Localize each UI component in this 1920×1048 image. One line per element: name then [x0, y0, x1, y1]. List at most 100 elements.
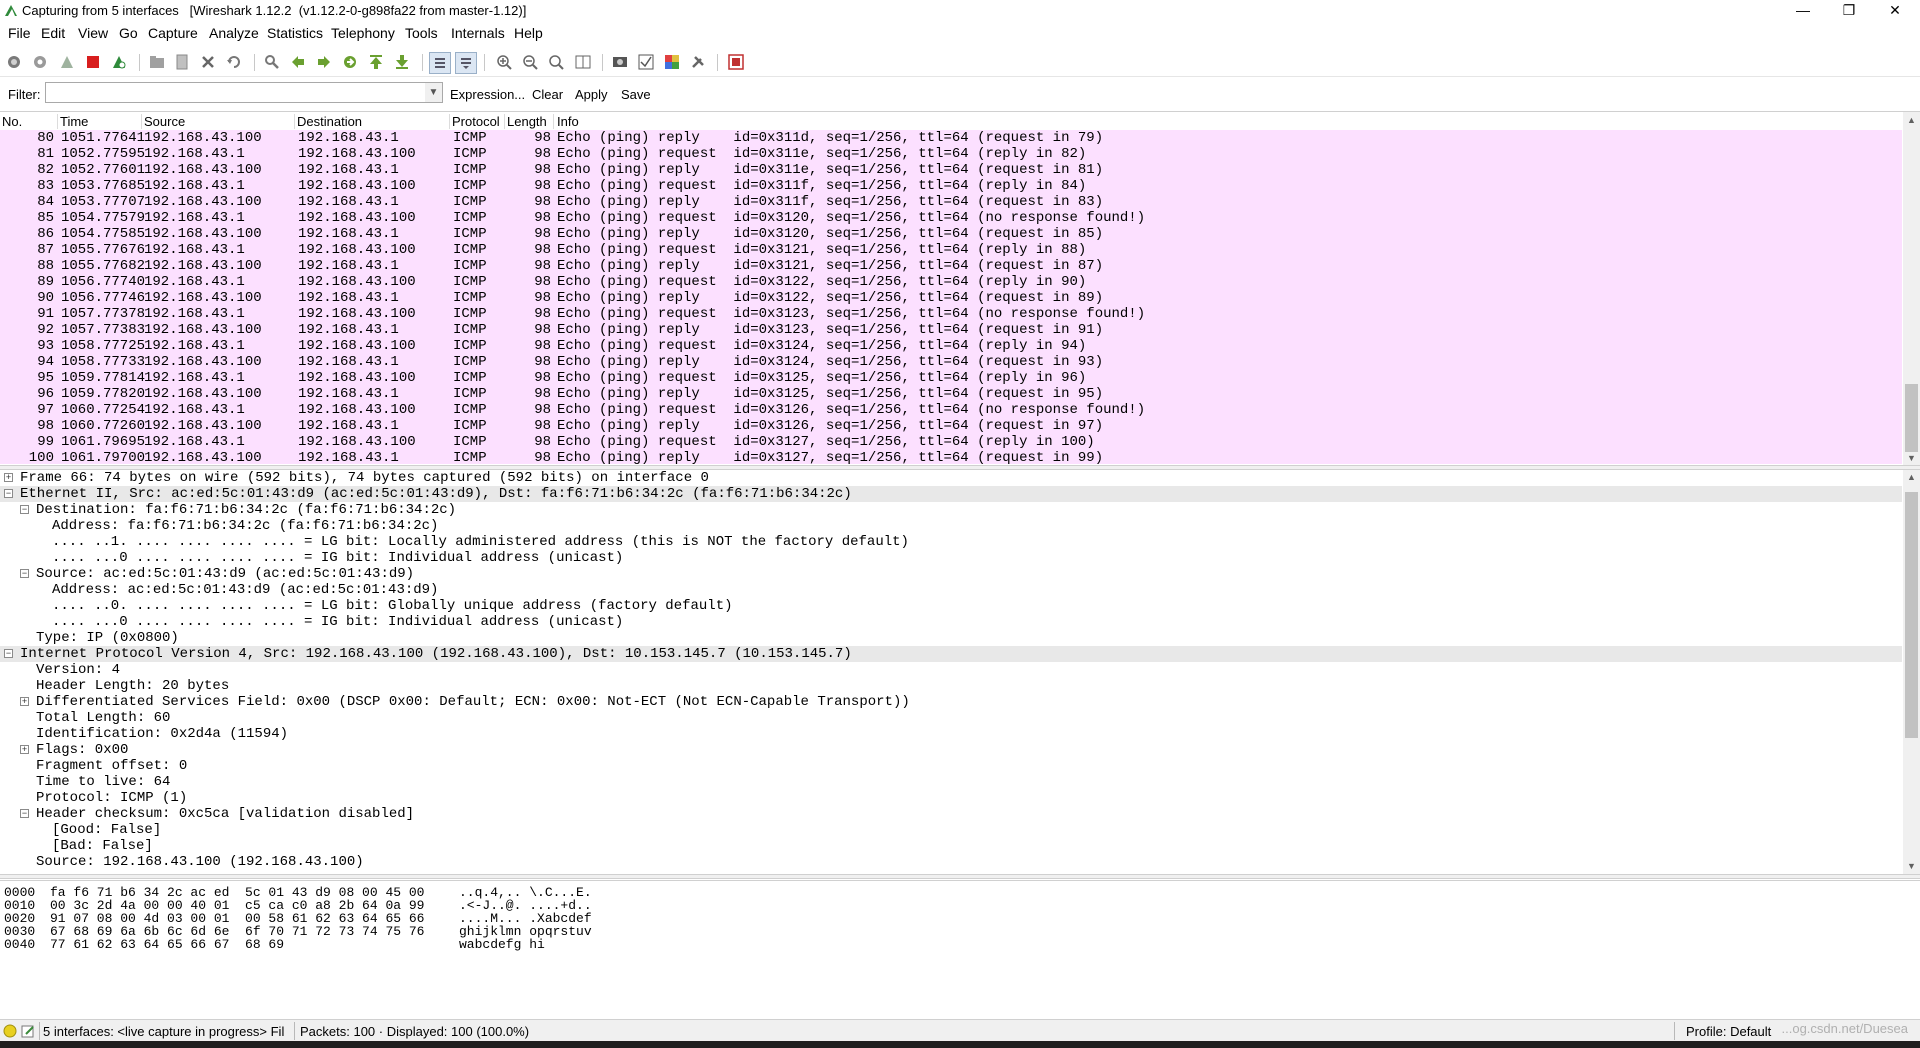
- expand-icon[interactable]: +: [20, 745, 29, 754]
- packet-row[interactable]: 99 1061.79695 192.168.43.1 192.168.43.100 IC…: [0, 434, 1902, 450]
- close-file-icon[interactable]: [198, 52, 218, 72]
- packet-row[interactable]: 83 1053.77685 192.168.43.1 192.168.43.100 IC…: [0, 178, 1902, 194]
- zoom-out-icon[interactable]: [520, 52, 540, 72]
- detail-line[interactable]: + Frame 66: 74 bytes on wire (592 bits), …: [0, 470, 1902, 486]
- save-file-icon[interactable]: [172, 52, 192, 72]
- pane-splitter[interactable]: [0, 874, 1920, 879]
- collapse-icon[interactable]: −: [20, 569, 29, 578]
- scrollbar-thumb[interactable]: [1905, 492, 1918, 738]
- packet-row[interactable]: 98 1060.77260 192.168.43.100 192.168.43.1 IC…: [0, 418, 1902, 434]
- detail-line[interactable]: Total Length: 60: [0, 710, 1902, 726]
- detail-line[interactable]: − Internet Protocol Version 4, Src: 192.1…: [0, 646, 1902, 662]
- menu-tools[interactable]: Tools: [405, 25, 438, 41]
- packet-list-scrollbar[interactable]: ▲ ▼: [1903, 112, 1920, 466]
- menu-edit[interactable]: Edit: [41, 25, 65, 41]
- restart-capture-icon[interactable]: [109, 52, 129, 72]
- detail-line[interactable]: .... ..0. .... .... .... .... = LG bit: …: [0, 598, 1902, 614]
- collapse-icon[interactable]: −: [20, 505, 29, 514]
- column-header-protocol[interactable]: Protocol: [452, 114, 500, 129]
- expert-info-icon[interactable]: [3, 1024, 17, 1038]
- packet-row[interactable]: 94 1058.77733 192.168.43.100 192.168.43.1 IC…: [0, 354, 1902, 370]
- go-last-icon[interactable]: [392, 52, 412, 72]
- close-button[interactable]: ✕: [1872, 0, 1918, 22]
- packet-row[interactable]: 93 1058.77725 192.168.43.1 192.168.43.100 IC…: [0, 338, 1902, 354]
- display-filters-icon[interactable]: [636, 52, 656, 72]
- menu-statistics[interactable]: Statistics: [267, 25, 323, 41]
- stop-capture-icon[interactable]: [83, 52, 103, 72]
- detail-line[interactable]: − Destination: fa:f6:71:b6:34:2c (fa:f6:7…: [0, 502, 1902, 518]
- menu-help[interactable]: Help: [514, 25, 543, 41]
- chevron-down-icon[interactable]: ▼: [425, 82, 443, 103]
- save-button[interactable]: Save: [621, 87, 651, 102]
- interfaces-icon[interactable]: [4, 52, 24, 72]
- detail-line[interactable]: Type: IP (0x0800): [0, 630, 1902, 646]
- open-file-icon[interactable]: [147, 52, 167, 72]
- detail-line[interactable]: .... ...0 .... .... .... .... = IG bit: …: [0, 614, 1902, 630]
- detail-line[interactable]: + Flags: 0x00: [0, 742, 1902, 758]
- scroll-up-icon[interactable]: ▲: [1903, 470, 1920, 485]
- reload-icon[interactable]: [224, 52, 244, 72]
- packet-row[interactable]: 80 1051.77641 192.168.43.100 192.168.43.1 IC…: [0, 130, 1902, 146]
- display-filter-input[interactable]: [45, 82, 429, 103]
- help-icon[interactable]: [726, 52, 746, 72]
- status-profile[interactable]: Profile: Default: [1686, 1024, 1771, 1039]
- packet-row[interactable]: 96 1059.77820 192.168.43.100 192.168.43.1 IC…: [0, 386, 1902, 402]
- expand-icon[interactable]: +: [20, 697, 29, 706]
- packet-row[interactable]: 84 1053.77707 192.168.43.100 192.168.43.1 IC…: [0, 194, 1902, 210]
- packet-row[interactable]: 92 1057.77383 192.168.43.100 192.168.43.1 IC…: [0, 322, 1902, 338]
- packet-row[interactable]: 100 1061.79700 192.168.43.100 192.168.43.1 I…: [0, 450, 1902, 464]
- column-header-info[interactable]: Info: [557, 114, 579, 129]
- go-forward-icon[interactable]: [314, 52, 334, 72]
- detail-line[interactable]: Version: 4: [0, 662, 1902, 678]
- maximize-button[interactable]: ❐: [1826, 0, 1872, 22]
- detail-line[interactable]: .... ...0 .... .... .... .... = IG bit: …: [0, 550, 1902, 566]
- packet-row[interactable]: 87 1055.77676 192.168.43.1 192.168.43.100 IC…: [0, 242, 1902, 258]
- apply-button[interactable]: Apply: [575, 87, 608, 102]
- colorize-icon[interactable]: [429, 52, 451, 74]
- packet-row[interactable]: 91 1057.77378 192.168.43.1 192.168.43.100 IC…: [0, 306, 1902, 322]
- comment-edit-icon[interactable]: [21, 1024, 35, 1038]
- go-first-icon[interactable]: [366, 52, 386, 72]
- find-packet-icon[interactable]: [262, 52, 282, 72]
- scroll-up-icon[interactable]: ▲: [1903, 113, 1920, 128]
- options-icon[interactable]: [30, 52, 50, 72]
- detail-line[interactable]: Address: fa:f6:71:b6:34:2c (fa:f6:71:b6:…: [0, 518, 1902, 534]
- go-to-packet-icon[interactable]: [340, 52, 360, 72]
- scroll-down-icon[interactable]: ▼: [1903, 859, 1920, 874]
- normal-size-icon[interactable]: [546, 52, 566, 72]
- scroll-down-icon[interactable]: ▼: [1903, 451, 1920, 466]
- column-header-source[interactable]: Source: [144, 114, 185, 129]
- detail-line[interactable]: [Good: False]: [0, 822, 1902, 838]
- detail-line[interactable]: Header Length: 20 bytes: [0, 678, 1902, 694]
- preferences-icon[interactable]: [688, 52, 708, 72]
- packet-row[interactable]: 86 1054.77585 192.168.43.100 192.168.43.1 IC…: [0, 226, 1902, 242]
- coloring-rules-icon[interactable]: [662, 52, 682, 72]
- packet-row[interactable]: 88 1055.77682 192.168.43.100 192.168.43.1 IC…: [0, 258, 1902, 274]
- resize-columns-icon[interactable]: [573, 52, 593, 72]
- detail-line[interactable]: Fragment offset: 0: [0, 758, 1902, 774]
- menu-analyze[interactable]: Analyze: [209, 25, 259, 41]
- packet-row[interactable]: 81 1052.77595 192.168.43.1 192.168.43.100 IC…: [0, 146, 1902, 162]
- column-header-time[interactable]: Time: [60, 114, 88, 129]
- detail-line[interactable]: + Differentiated Services Field: 0x00 (DS…: [0, 694, 1902, 710]
- scrollbar-thumb[interactable]: [1905, 384, 1918, 452]
- packet-row[interactable]: 89 1056.77740 192.168.43.1 192.168.43.100 IC…: [0, 274, 1902, 290]
- detail-line[interactable]: Time to live: 64: [0, 774, 1902, 790]
- column-header-length[interactable]: Length: [507, 114, 547, 129]
- detail-line[interactable]: Address: ac:ed:5c:01:43:d9 (ac:ed:5c:01:…: [0, 582, 1902, 598]
- menu-go[interactable]: Go: [119, 25, 138, 41]
- menu-view[interactable]: View: [78, 25, 108, 41]
- expression-button[interactable]: Expression...: [450, 87, 525, 102]
- capture-filters-icon[interactable]: [610, 52, 630, 72]
- go-back-icon[interactable]: [288, 52, 308, 72]
- start-capture-icon[interactable]: [57, 52, 77, 72]
- collapse-icon[interactable]: −: [20, 809, 29, 818]
- auto-scroll-icon[interactable]: [455, 52, 477, 74]
- details-scrollbar[interactable]: ▲ ▼: [1903, 470, 1920, 874]
- column-header-destination[interactable]: Destination: [297, 114, 362, 129]
- column-header-no[interactable]: No.: [2, 114, 22, 129]
- packet-row[interactable]: 85 1054.77579 192.168.43.1 192.168.43.100 IC…: [0, 210, 1902, 226]
- detail-line[interactable]: − Header checksum: 0xc5ca [validation dis…: [0, 806, 1902, 822]
- collapse-icon[interactable]: −: [4, 489, 13, 498]
- packet-row[interactable]: 82 1052.77601 192.168.43.100 192.168.43.1 IC…: [0, 162, 1902, 178]
